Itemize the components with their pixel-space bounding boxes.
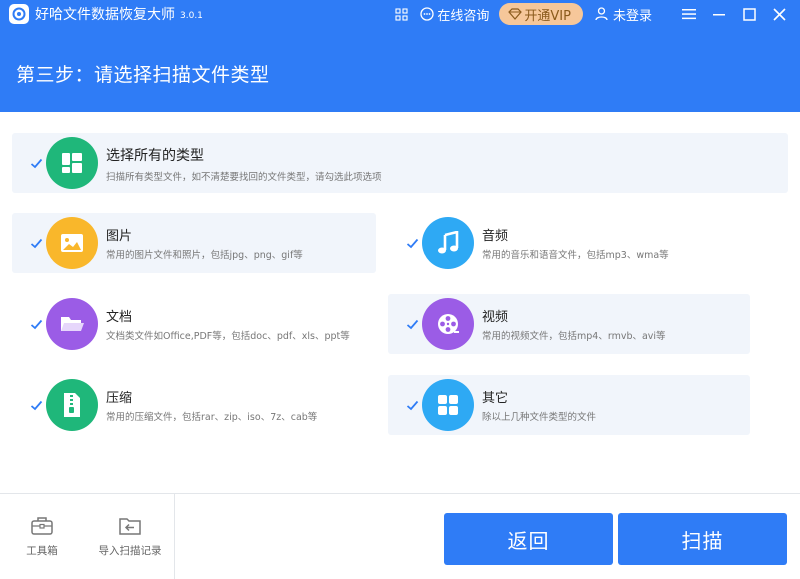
toolbox-icon	[31, 517, 53, 535]
type-option-audio[interactable]: 音频 常用的音乐和语音文件，包括mp3、wma等	[388, 213, 750, 273]
type-option-other[interactable]: 其它 除以上几种文件类型的文件	[388, 375, 750, 435]
zip-file-icon	[46, 379, 98, 431]
app-version: 3.0.1	[180, 10, 203, 21]
music-note-icon	[422, 217, 474, 269]
other-title: 其它	[482, 391, 509, 406]
title-bar: 好哈文件数据恢复大师 3.0.1 在线咨询 开通VIP 未登录	[0, 0, 800, 28]
image-icon	[46, 217, 98, 269]
online-consult-label: 在线咨询	[437, 8, 490, 24]
toolbox-button[interactable]: 工具箱	[14, 494, 70, 579]
other-desc: 除以上几种文件类型的文件	[482, 412, 597, 423]
open-vip-label: 开通VIP	[524, 8, 571, 24]
video-title: 视频	[482, 310, 509, 325]
toolbox-label: 工具箱	[26, 545, 58, 557]
back-button[interactable]: 返回	[444, 513, 613, 565]
menu-icon[interactable]	[674, 0, 704, 28]
all-types-desc: 扫描所有类型文件，如不清楚要找回的文件类型，请勾选此项选项	[106, 172, 382, 183]
import-scan-record-button[interactable]: 导入扫描记录	[92, 494, 168, 579]
user-icon	[595, 7, 608, 21]
video-desc: 常用的视频文件，包括mp4、rmvb、avi等	[482, 331, 666, 342]
other-checkbox[interactable]	[405, 398, 419, 412]
archive-desc: 常用的压缩文件，包括rar、zip、iso、7z、cab等	[106, 412, 318, 423]
image-desc: 常用的图片文件和照片，包括jpg、png、gif等	[106, 250, 303, 261]
footer-divider	[174, 494, 175, 579]
document-desc: 文档类文件如Office,PDF等，包括doc、pdf、xls、ppt等	[106, 331, 350, 342]
type-option-archive[interactable]: 压缩 常用的压缩文件，包括rar、zip、iso、7z、cab等	[12, 375, 376, 435]
file-type-panel: 选择所有的类型 扫描所有类型文件，如不清楚要找回的文件类型，请勾选此项选项 图片…	[0, 112, 800, 493]
image-title: 图片	[106, 229, 133, 244]
import-scan-record-label: 导入扫描记录	[98, 545, 162, 557]
bottom-bar: 工具箱 导入扫描记录 返回 扫描	[0, 493, 800, 579]
all-types-title: 选择所有的类型	[106, 148, 204, 164]
type-option-video[interactable]: 视频 常用的视频文件，包括mp4、rmvb、avi等	[388, 294, 750, 354]
archive-checkbox[interactable]	[29, 398, 43, 412]
step-header: 第三步：请选择扫描文件类型	[0, 28, 800, 112]
import-folder-icon	[119, 518, 141, 535]
type-option-image[interactable]: 图片 常用的图片文件和照片，包括jpg、png、gif等	[12, 213, 376, 273]
video-checkbox[interactable]	[405, 317, 419, 331]
audio-desc: 常用的音乐和语音文件，包括mp3、wma等	[482, 250, 669, 261]
scan-button[interactable]: 扫描	[618, 513, 787, 565]
login-button[interactable]: 未登录	[595, 0, 652, 28]
all-types-option[interactable]: 选择所有的类型 扫描所有类型文件，如不清楚要找回的文件类型，请勾选此项选项	[12, 133, 788, 193]
film-reel-icon	[422, 298, 474, 350]
audio-title: 音频	[482, 229, 509, 244]
maximize-icon[interactable]	[734, 0, 764, 28]
diamond-icon	[508, 8, 523, 20]
app-title: 好哈文件数据恢复大师	[35, 7, 175, 23]
document-title: 文档	[106, 310, 133, 325]
chat-bubble-icon	[420, 7, 435, 21]
minimize-icon[interactable]	[704, 0, 734, 28]
audio-checkbox[interactable]	[405, 236, 419, 250]
tiles-icon	[422, 379, 474, 431]
open-vip-button[interactable]: 开通VIP	[499, 3, 583, 25]
all-types-checkbox[interactable]	[29, 156, 43, 170]
apps-grid-icon[interactable]	[395, 0, 408, 28]
app-logo-icon	[9, 4, 29, 24]
grid-layout-icon	[46, 137, 98, 189]
step-title: 第三步：请选择扫描文件类型	[16, 64, 270, 86]
folder-icon	[46, 298, 98, 350]
archive-title: 压缩	[106, 391, 133, 406]
login-label: 未登录	[612, 8, 652, 24]
type-option-document[interactable]: 文档 文档类文件如Office,PDF等，包括doc、pdf、xls、ppt等	[12, 294, 376, 354]
close-icon[interactable]	[764, 0, 794, 28]
online-consult-button[interactable]: 在线咨询	[420, 0, 489, 28]
document-checkbox[interactable]	[29, 317, 43, 331]
image-checkbox[interactable]	[29, 236, 43, 250]
